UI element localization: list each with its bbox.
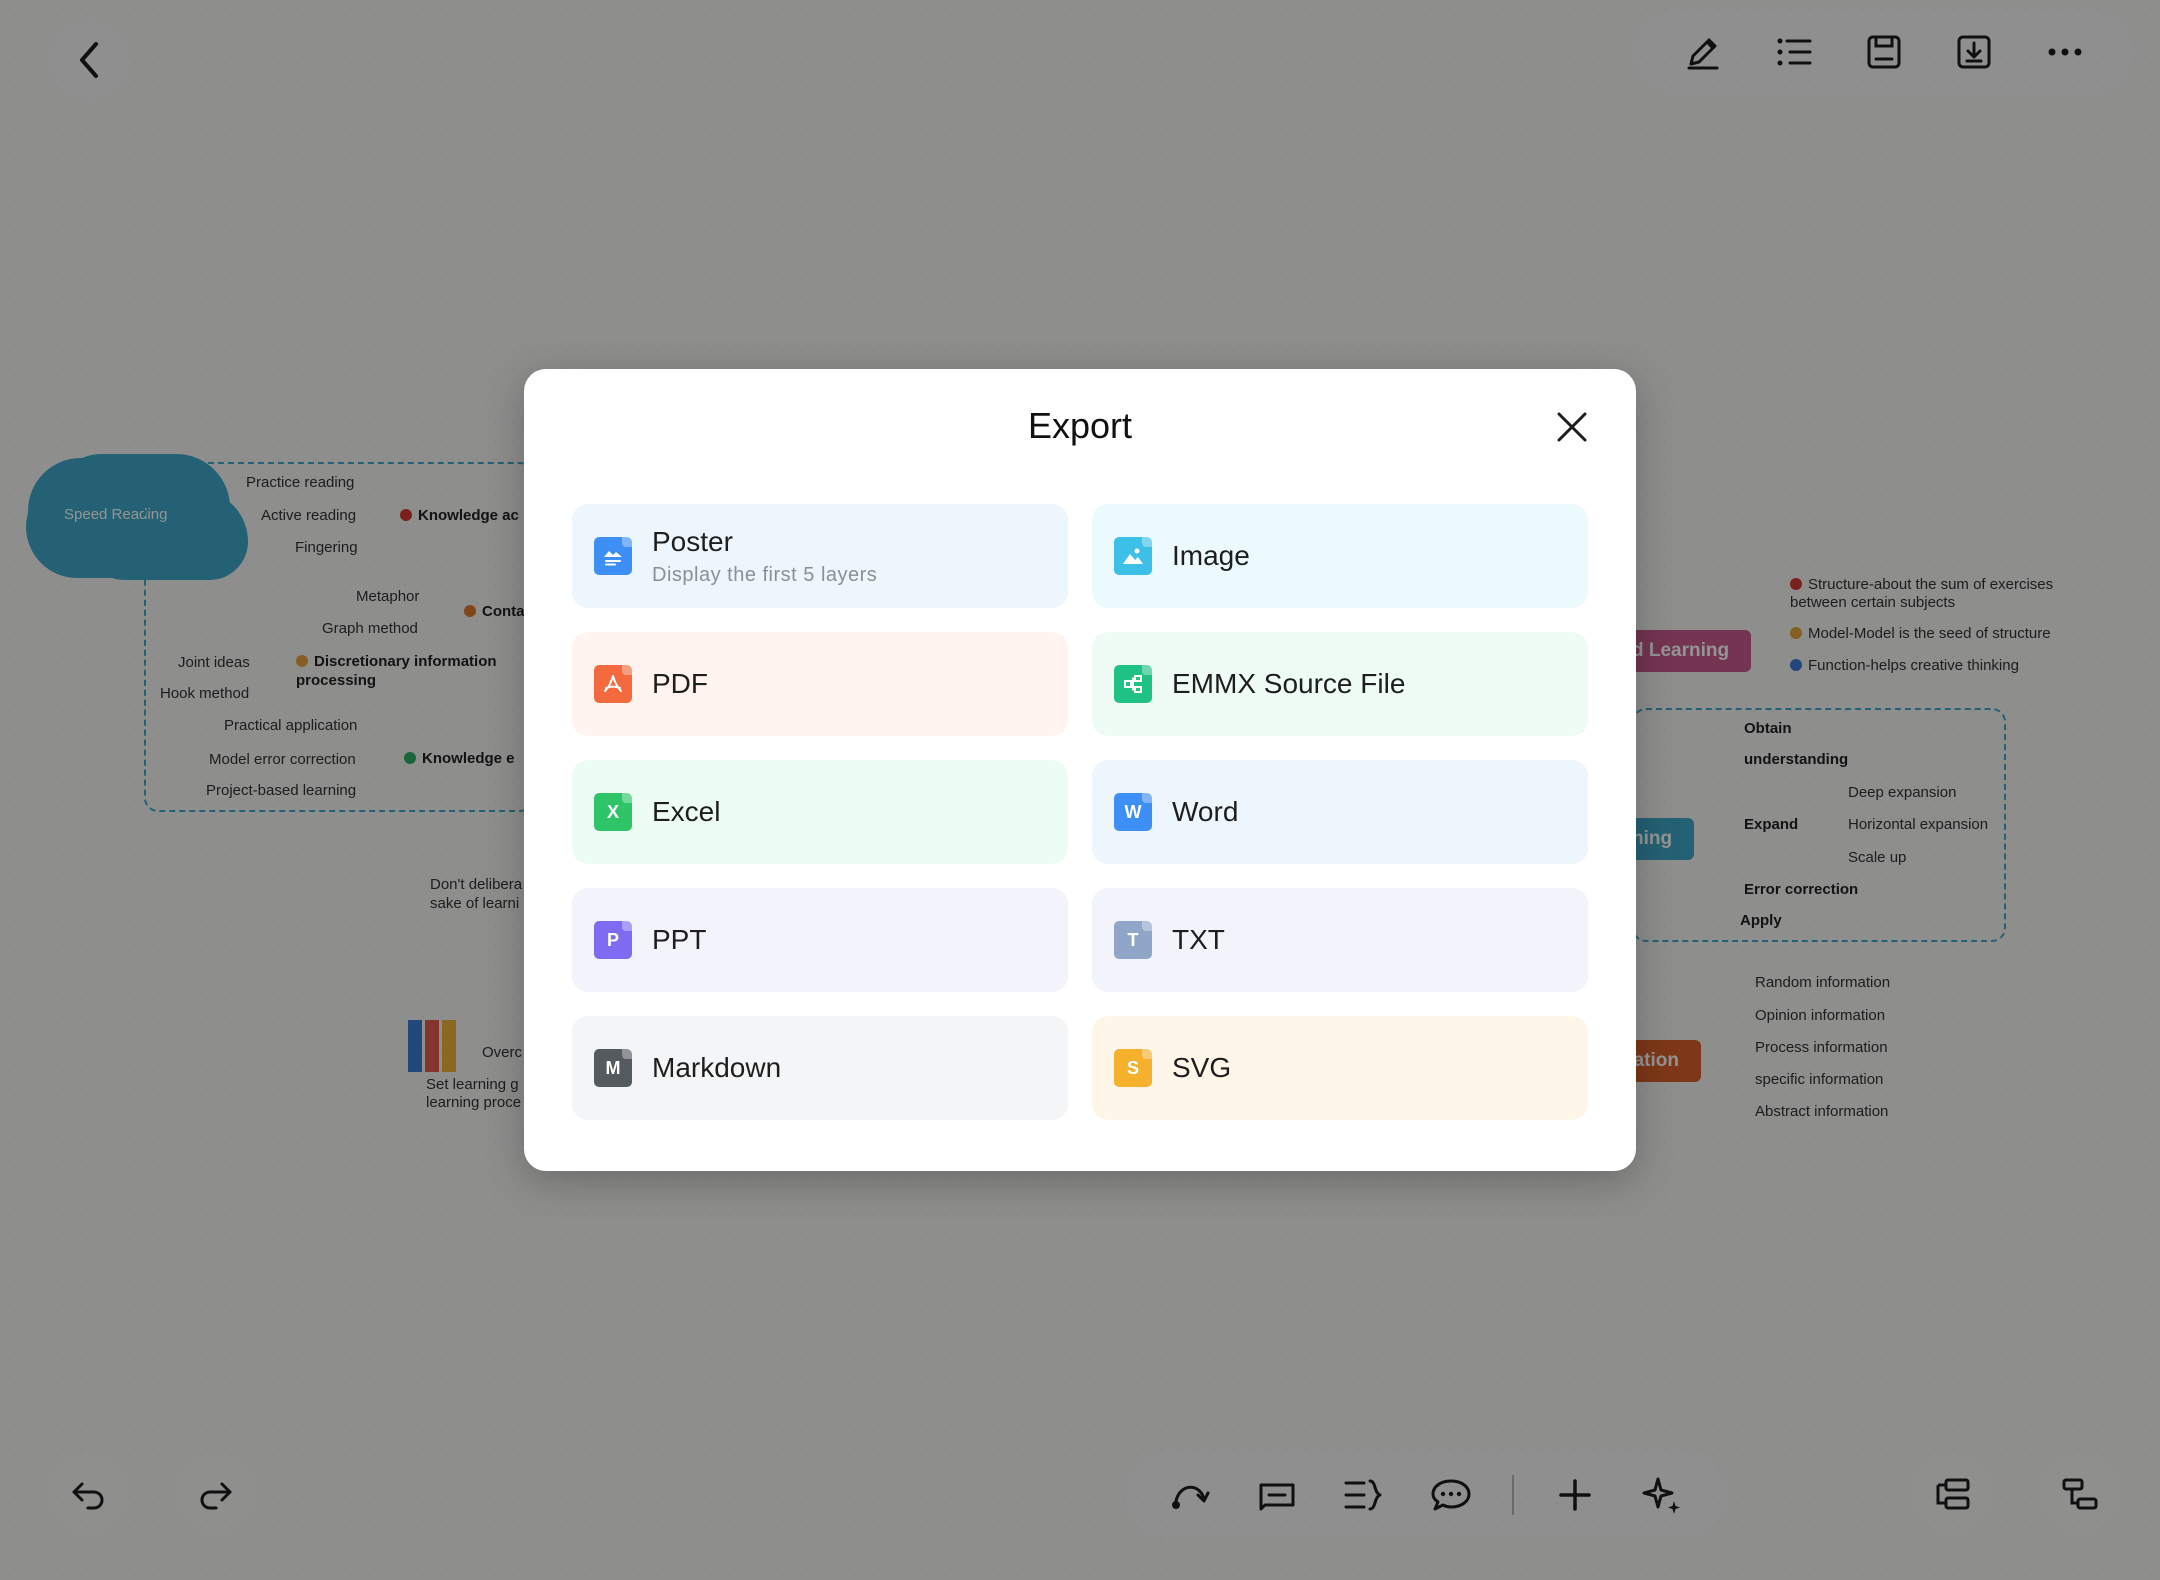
poster-icon bbox=[594, 537, 632, 575]
export-option-text: TXT bbox=[1172, 924, 1225, 956]
export-option-markdown[interactable]: M Markdown bbox=[572, 1016, 1068, 1120]
svg-icon: S bbox=[1114, 1049, 1152, 1087]
word-icon-glyph: W bbox=[1124, 801, 1142, 822]
export-option-text: EMMX Source File bbox=[1172, 668, 1405, 700]
export-option-image[interactable]: Image bbox=[1092, 504, 1588, 608]
emmx-icon bbox=[1114, 665, 1152, 703]
export-option-label: Excel bbox=[652, 796, 721, 827]
export-option-text: Poster Display the first 5 layers bbox=[652, 526, 877, 587]
export-option-text: Word bbox=[1172, 796, 1238, 828]
export-option-text: Markdown bbox=[652, 1052, 781, 1084]
export-option-label: PDF bbox=[652, 668, 708, 699]
export-option-label: Word bbox=[1172, 796, 1239, 827]
svg-icon-glyph: S bbox=[1126, 1057, 1139, 1078]
image-glyph bbox=[1123, 548, 1143, 564]
close-button[interactable] bbox=[1550, 405, 1594, 449]
pdf-icon bbox=[594, 665, 632, 703]
export-option-poster[interactable]: Poster Display the first 5 layers bbox=[572, 504, 1068, 608]
txt-icon: T bbox=[1114, 921, 1152, 959]
export-option-svg[interactable]: S SVG bbox=[1092, 1016, 1588, 1120]
excel-icon-glyph: X bbox=[606, 801, 619, 822]
export-option-emmx-source-file[interactable]: EMMX Source File bbox=[1092, 632, 1588, 736]
ppt-icon: P bbox=[594, 921, 632, 959]
export-option-label: Markdown bbox=[652, 1052, 782, 1083]
image-icon bbox=[1114, 537, 1152, 575]
poster-glyph bbox=[604, 551, 622, 566]
export-option-label: PPT bbox=[652, 924, 707, 955]
excel-icon: X bbox=[594, 793, 632, 831]
markdown-icon-glyph: M bbox=[605, 1057, 621, 1078]
export-option-label: Image bbox=[1172, 540, 1250, 571]
dialog-title: Export bbox=[1027, 405, 1133, 446]
pdf-glyph bbox=[604, 675, 622, 692]
export-option-word[interactable]: W Word bbox=[1092, 760, 1588, 864]
export-option-label: TXT bbox=[1172, 924, 1225, 955]
emmx-glyph bbox=[1124, 675, 1142, 693]
export-option-label: Poster bbox=[652, 525, 733, 557]
export-option-subtitle: Display the first 5 layers bbox=[652, 563, 878, 586]
export-option-text: PPT bbox=[652, 924, 706, 956]
export-options-grid: Poster Display the first 5 layers Image PDF… bbox=[572, 504, 1588, 1120]
export-option-text: PDF bbox=[652, 668, 708, 700]
markdown-icon: M bbox=[594, 1049, 632, 1087]
export-option-text: Excel bbox=[652, 796, 720, 828]
export-option-text: Image bbox=[1172, 540, 1250, 572]
export-dialog: Export Poster Display the first 5 layers I… bbox=[524, 369, 1636, 1171]
close-icon bbox=[1557, 412, 1587, 442]
txt-icon-glyph: T bbox=[1127, 929, 1139, 950]
export-option-txt[interactable]: T TXT bbox=[1092, 888, 1588, 992]
export-option-label: EMMX Source File bbox=[1172, 668, 1406, 699]
export-option-text: SVG bbox=[1172, 1052, 1231, 1084]
export-option-label: SVG bbox=[1172, 1052, 1232, 1083]
export-option-pdf[interactable]: PDF bbox=[572, 632, 1068, 736]
ppt-icon-glyph: P bbox=[606, 929, 619, 950]
export-option-excel[interactable]: X Excel bbox=[572, 760, 1068, 864]
export-option-ppt[interactable]: P PPT bbox=[572, 888, 1068, 992]
word-icon: W bbox=[1114, 793, 1152, 831]
